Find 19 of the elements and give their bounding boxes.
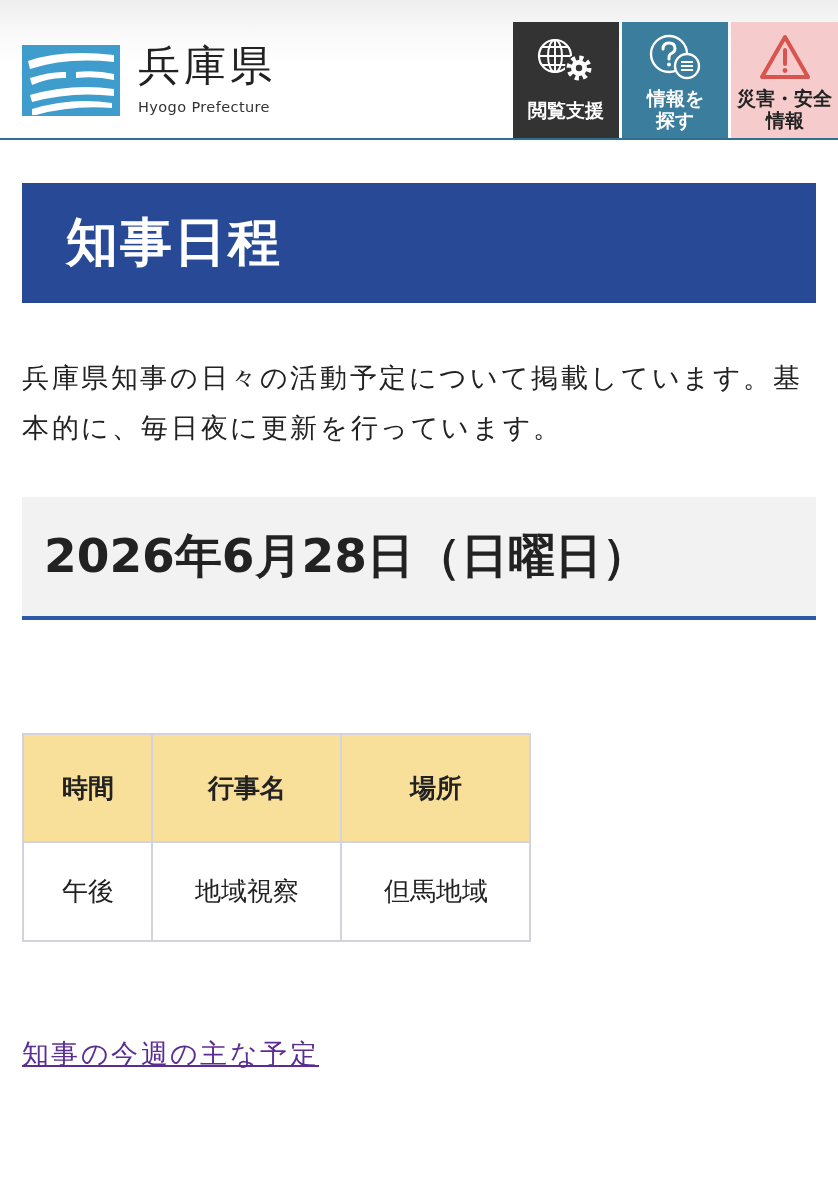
- date-heading: 2026年6月28日（日曜日）: [22, 497, 816, 620]
- site-subtitle: Hyogo Prefecture: [138, 98, 270, 116]
- intro-text: 兵庫県知事の日々の活動予定について掲載しています。基本的に、毎日夜に更新を行っています。: [22, 361, 804, 445]
- page-title: 知事日程: [22, 183, 816, 303]
- disaster-info-button[interactable]: 災害・安全 情報: [731, 22, 838, 138]
- warning-icon: [758, 34, 811, 80]
- globe-gear-icon: [537, 38, 595, 82]
- table-cell: 午後: [23, 842, 152, 941]
- column-header: 時間: [23, 734, 152, 842]
- column-header: 場所: [341, 734, 530, 842]
- find-info-button[interactable]: 情報を 探す: [622, 22, 728, 138]
- table-cell: 但馬地域: [341, 842, 530, 941]
- accessibility-button[interactable]: 閲覧支援: [513, 22, 619, 138]
- wave-emblem-icon[interactable]: [22, 44, 120, 116]
- column-header: 行事名: [152, 734, 341, 842]
- site-title[interactable]: 兵庫県: [138, 44, 276, 88]
- question-list-icon: [649, 34, 701, 80]
- table-cell: 地域視察: [152, 842, 341, 941]
- weekly-schedule-link[interactable]: 知事の今週の主な予定: [22, 1038, 319, 1069]
